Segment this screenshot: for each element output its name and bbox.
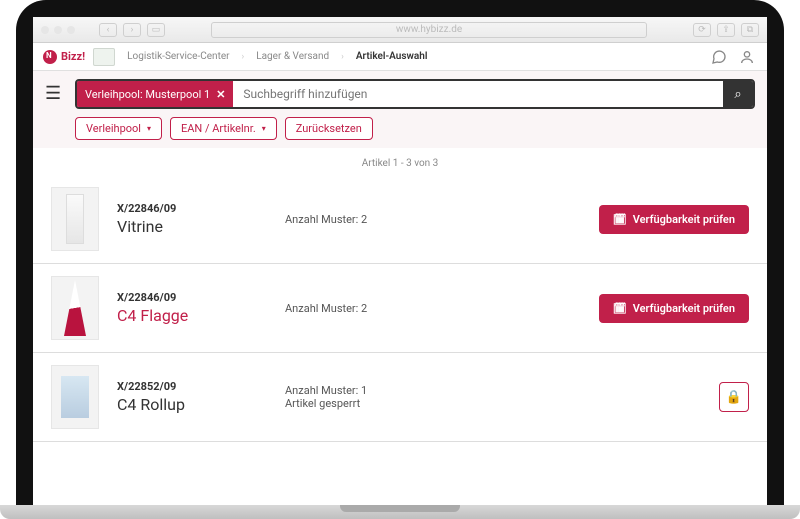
- filter-chip-label: Verleihpool: Musterpool 1: [85, 88, 210, 101]
- article-meta: Anzahl Muster: 2: [285, 302, 581, 315]
- article-row: X/22846/09 Vitrine Anzahl Muster: 2 🗓 Ve…: [33, 175, 767, 264]
- brand-text: Bizz!: [61, 50, 85, 63]
- search-input[interactable]: [233, 81, 723, 107]
- search-filter-panel: ☰ Verleihpool: Musterpool 1 ✕ ⌕ Verleihp…: [33, 71, 767, 148]
- article-title[interactable]: C4 Rollup: [117, 395, 267, 414]
- article-meta: Anzahl Muster: 2: [285, 213, 581, 226]
- breadcrumb-2[interactable]: Lager & Versand: [252, 49, 333, 64]
- chevron-down-icon: ▾: [147, 124, 151, 133]
- tabs-button[interactable]: ⧉: [741, 23, 759, 37]
- book-button[interactable]: ▭: [147, 23, 165, 37]
- article-sku: X/22846/09: [117, 291, 267, 304]
- breadcrumb-3: Artikel-Auswahl: [352, 49, 432, 64]
- article-thumbnail[interactable]: [51, 276, 99, 340]
- url-text: www.hybizz.de: [396, 24, 462, 35]
- chevron-down-icon: ▾: [262, 124, 266, 133]
- filter-ean[interactable]: EAN / Artikelnr. ▾: [170, 117, 277, 140]
- article-meta: Anzahl Muster: 1 Artikel gesperrt: [285, 384, 701, 410]
- article-row: X/22852/09 C4 Rollup Anzahl Muster: 1 Ar…: [33, 353, 767, 442]
- article-thumbnail[interactable]: [51, 187, 99, 251]
- search-bar: Verleihpool: Musterpool 1 ✕ ⌕: [75, 79, 755, 109]
- filter-chip-verleihpool[interactable]: Verleihpool: Musterpool 1 ✕: [77, 81, 233, 107]
- article-thumbnail[interactable]: [51, 365, 99, 429]
- brand-logo-icon: [43, 50, 57, 64]
- brand-logo[interactable]: Bizz!: [43, 50, 85, 64]
- reload-button[interactable]: ⟳: [693, 23, 711, 37]
- address-bar[interactable]: www.hybizz.de: [211, 22, 647, 38]
- article-row: X/22846/09 C4 Flagge Anzahl Muster: 2 🗓 …: [33, 264, 767, 353]
- result-count: Artikel 1 - 3 von 3: [33, 148, 767, 175]
- share-button[interactable]: ⇪: [717, 23, 735, 37]
- close-icon[interactable]: ✕: [216, 88, 225, 101]
- forward-button[interactable]: ›: [123, 23, 141, 37]
- magnifier-icon: ⌕: [734, 87, 741, 102]
- breadcrumb-1[interactable]: Logistik-Service-Center: [123, 49, 233, 64]
- tenant-thumbnail[interactable]: [93, 48, 115, 66]
- window-controls[interactable]: [41, 26, 75, 34]
- chevron-right-icon: ›: [341, 52, 344, 62]
- chat-icon[interactable]: [709, 47, 729, 67]
- calendar-icon: 🗓: [613, 213, 627, 226]
- article-title[interactable]: C4 Flagge: [117, 306, 267, 325]
- locked-button[interactable]: 🔒: [719, 382, 749, 412]
- article-title[interactable]: Vitrine: [117, 217, 267, 236]
- check-availability-button[interactable]: 🗓 Verfügbarkeit prüfen: [599, 205, 749, 234]
- article-sku: X/22846/09: [117, 202, 267, 215]
- check-availability-button[interactable]: 🗓 Verfügbarkeit prüfen: [599, 294, 749, 323]
- filter-verleihpool[interactable]: Verleihpool ▾: [75, 117, 162, 140]
- article-sku: X/22852/09: [117, 380, 267, 393]
- user-icon[interactable]: [737, 47, 757, 67]
- lock-icon: 🔒: [726, 390, 742, 405]
- filter-reset[interactable]: Zurücksetzen: [285, 117, 373, 140]
- search-button[interactable]: ⌕: [723, 81, 753, 107]
- app-header: Bizz! Logistik-Service-Center › Lager & …: [33, 43, 767, 71]
- browser-toolbar: ‹ › ▭ www.hybizz.de ⟳ ⇪ ⧉: [33, 17, 767, 43]
- chevron-right-icon: ›: [242, 52, 245, 62]
- back-button[interactable]: ‹: [99, 23, 117, 37]
- menu-icon[interactable]: ☰: [45, 83, 61, 104]
- calendar-icon: 🗓: [613, 302, 627, 315]
